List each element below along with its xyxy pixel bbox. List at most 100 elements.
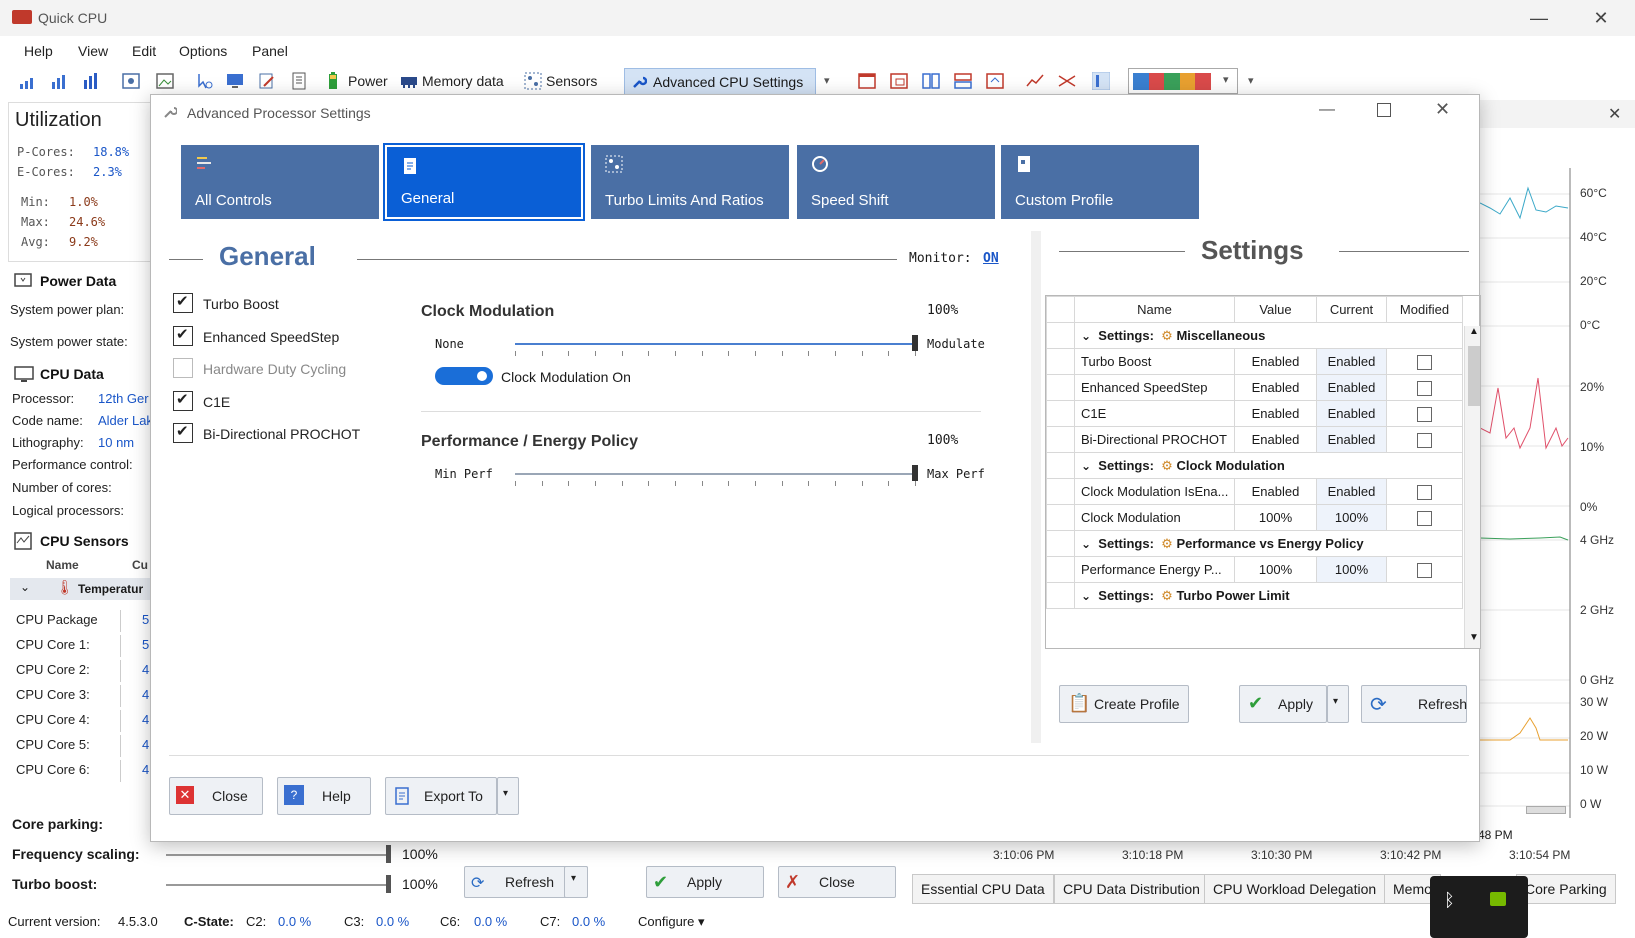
menu-view[interactable]: View bbox=[78, 43, 108, 59]
cursor-settings-icon[interactable] bbox=[196, 72, 214, 90]
main-close-button[interactable]: ✗ Close bbox=[778, 866, 896, 898]
dialog-close-button[interactable]: ✕ Close bbox=[169, 777, 263, 815]
layout-back-icon[interactable] bbox=[986, 72, 1004, 90]
document-icon[interactable] bbox=[290, 72, 308, 90]
settings-group-row[interactable]: ⌄ Settings: ⚙ Miscellaneous bbox=[1046, 322, 1463, 349]
chevron-down-icon[interactable]: ⌄ bbox=[1081, 459, 1091, 473]
clock-modulation-toggle[interactable] bbox=[435, 367, 493, 385]
close-window-button[interactable]: ✕ bbox=[1578, 6, 1624, 30]
dialog-minimize-button[interactable]: — bbox=[1319, 101, 1335, 119]
grid-header-current[interactable]: Current bbox=[1316, 296, 1387, 323]
feature-checkbox[interactable]: ✔ bbox=[173, 423, 193, 443]
modified-checkbox[interactable] bbox=[1417, 354, 1432, 370]
grid-header-value[interactable]: Value bbox=[1234, 296, 1317, 323]
chevron-down-icon[interactable]: ▾ bbox=[824, 74, 830, 87]
chevron-down-icon[interactable]: ⌄ bbox=[1081, 537, 1091, 551]
line-chart-icon[interactable] bbox=[1026, 72, 1044, 90]
dialog-refresh-button[interactable]: ⟳ Refresh bbox=[1361, 685, 1467, 723]
layout-restore-icon[interactable] bbox=[890, 72, 908, 90]
main-apply-button[interactable]: ✔ Apply bbox=[646, 866, 764, 898]
bar-chart-medium-icon[interactable] bbox=[50, 72, 68, 90]
image-icon[interactable] bbox=[156, 72, 174, 90]
grid-header-name[interactable]: Name bbox=[1074, 296, 1235, 323]
settings-row[interactable]: Clock Modulation IsEna... Enabled Enabled bbox=[1046, 478, 1463, 505]
feature-checkbox[interactable] bbox=[173, 358, 193, 378]
turbo-boost-slider[interactable] bbox=[166, 884, 388, 886]
settings-row[interactable]: C1E Enabled Enabled bbox=[1046, 400, 1463, 427]
scroll-up-icon[interactable]: ▲ bbox=[1469, 326, 1479, 337]
settings-row[interactable]: Bi-Directional PROCHOT Enabled Enabled bbox=[1046, 426, 1463, 453]
monitor-icon[interactable] bbox=[226, 72, 244, 90]
minimize-button[interactable]: — bbox=[1516, 6, 1562, 30]
modified-checkbox[interactable] bbox=[1417, 380, 1432, 396]
advanced-cpu-settings-button[interactable]: Advanced CPU Settings bbox=[624, 68, 816, 96]
turbo-boost-thumb[interactable] bbox=[386, 875, 391, 893]
scroll-thumb[interactable] bbox=[1468, 346, 1480, 406]
modified-checkbox[interactable] bbox=[1417, 562, 1432, 578]
menu-options[interactable]: Options bbox=[179, 43, 227, 59]
edit-list-icon[interactable] bbox=[258, 72, 276, 90]
cross-chart-icon[interactable] bbox=[1058, 72, 1076, 90]
panel-splitter[interactable] bbox=[1031, 231, 1041, 743]
tile-all-controls[interactable]: All Controls bbox=[181, 145, 379, 219]
export-dropdown[interactable]: ▾ bbox=[497, 777, 519, 815]
close-chart-icon[interactable]: ✕ bbox=[1608, 104, 1621, 124]
bar-chart-large-icon[interactable] bbox=[82, 72, 100, 90]
tile-custom-profile[interactable]: Custom Profile bbox=[1001, 145, 1199, 219]
settings-group-row[interactable]: ⌄ Settings: ⚙ Clock Modulation bbox=[1046, 452, 1463, 479]
menu-edit[interactable]: Edit bbox=[132, 43, 156, 59]
sensors-button[interactable]: Sensors bbox=[546, 73, 597, 89]
panel-toggle-icon[interactable] bbox=[1092, 72, 1110, 90]
dialog-maximize-button[interactable] bbox=[1377, 103, 1391, 117]
dialog-help-button[interactable]: ? Help bbox=[277, 777, 371, 815]
settings-window-icon[interactable] bbox=[122, 72, 140, 90]
bar-chart-small-icon[interactable] bbox=[18, 72, 36, 90]
modified-checkbox[interactable] bbox=[1417, 432, 1432, 448]
chart-scrollbar[interactable] bbox=[1526, 806, 1566, 814]
layout-columns-icon[interactable] bbox=[922, 72, 940, 90]
clock-modulation-slider[interactable] bbox=[515, 343, 915, 345]
monitor-toggle-link[interactable]: ON bbox=[983, 251, 999, 266]
modified-checkbox[interactable] bbox=[1417, 484, 1432, 500]
layout-full-icon[interactable] bbox=[858, 72, 876, 90]
dialog-apply-button[interactable]: ✔ Apply bbox=[1239, 685, 1327, 723]
export-to-button[interactable]: Export To bbox=[385, 777, 497, 815]
main-refresh-dropdown[interactable]: ▾ bbox=[564, 866, 588, 898]
clock-modulation-thumb[interactable] bbox=[912, 335, 918, 351]
menu-help[interactable]: Help bbox=[24, 43, 53, 59]
settings-row[interactable]: Enhanced SpeedStep Enabled Enabled bbox=[1046, 374, 1463, 401]
settings-row[interactable]: Performance Energy P... 100% 100% bbox=[1046, 556, 1463, 583]
settings-row[interactable]: Turbo Boost Enabled Enabled bbox=[1046, 348, 1463, 375]
layout-rows-icon[interactable] bbox=[954, 72, 972, 90]
tile-turbo-limits-and-ratios[interactable]: Turbo Limits And Ratios bbox=[591, 145, 789, 219]
frequency-scaling-thumb[interactable] bbox=[386, 845, 391, 863]
dialog-close-x-button[interactable]: ✕ bbox=[1435, 99, 1450, 120]
modified-checkbox[interactable] bbox=[1417, 406, 1432, 422]
modified-checkbox[interactable] bbox=[1417, 510, 1432, 526]
configure-menu[interactable]: Configure ▾ bbox=[638, 914, 705, 930]
settings-group-row[interactable]: ⌄ Settings: ⚙ Turbo Power Limit bbox=[1046, 582, 1463, 609]
tile-general[interactable]: General bbox=[383, 143, 585, 221]
memory-data-button[interactable]: Memory data bbox=[422, 73, 504, 89]
feature-checkbox[interactable]: ✔ bbox=[173, 325, 193, 346]
dialog-apply-dropdown[interactable]: ▾ bbox=[1327, 685, 1349, 723]
grid-header-modified[interactable]: Modified bbox=[1386, 296, 1463, 323]
menu-panel[interactable]: Panel bbox=[252, 43, 288, 59]
settings-row[interactable]: Clock Modulation 100% 100% bbox=[1046, 504, 1463, 531]
feature-checkbox[interactable]: ✔ bbox=[173, 390, 193, 411]
scroll-down-icon[interactable]: ▼ bbox=[1469, 632, 1479, 643]
tile-speed-shift[interactable]: Speed Shift bbox=[797, 145, 995, 219]
perf-energy-slider[interactable] bbox=[515, 473, 915, 475]
power-button[interactable]: Power bbox=[348, 73, 388, 89]
chevron-down-icon[interactable]: ⌄ bbox=[1081, 589, 1091, 603]
settings-group-row[interactable]: ⌄ Settings: ⚙ Performance vs Energy Poli… bbox=[1046, 530, 1463, 557]
temperature-group-row[interactable]: ⌄ 🌡 Temperatur bbox=[10, 578, 152, 600]
perf-energy-thumb[interactable] bbox=[912, 465, 918, 481]
color-scheme-select[interactable]: ▾ bbox=[1128, 68, 1238, 94]
chevron-down-icon[interactable]: ⌄ bbox=[1081, 329, 1091, 343]
create-profile-button[interactable]: 📋 Create Profile bbox=[1059, 685, 1189, 723]
frequency-scaling-slider[interactable] bbox=[166, 854, 388, 856]
toolbar-overflow-icon[interactable]: ▾ bbox=[1248, 74, 1254, 87]
grid-scrollbar[interactable]: ▲ ▼ bbox=[1464, 326, 1480, 648]
feature-checkbox[interactable]: ✔ bbox=[173, 293, 193, 313]
